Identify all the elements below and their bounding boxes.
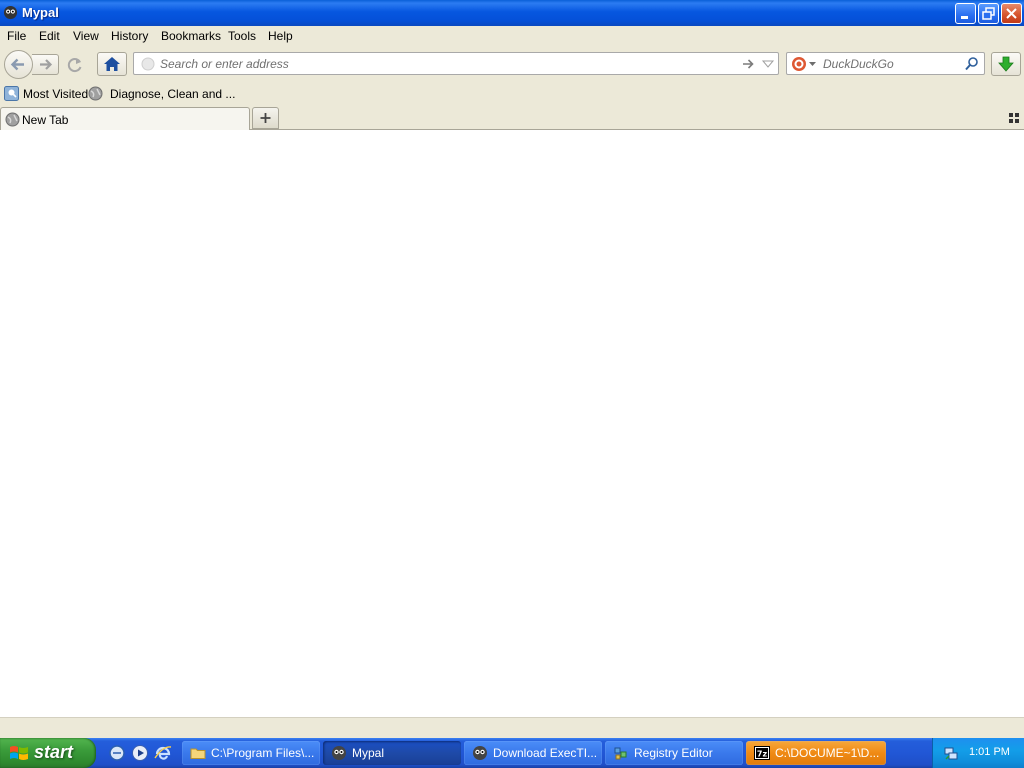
mypal-icon (332, 746, 346, 760)
bookmark-diagnose[interactable]: Diagnose, Clean and ... (110, 87, 235, 101)
search-bar[interactable] (786, 52, 985, 75)
taskbar-item-download-execti[interactable]: Download ExecTI... (464, 741, 602, 765)
page-content[interactable] (0, 130, 1024, 717)
globe-icon (5, 112, 20, 127)
close-button[interactable] (1001, 3, 1022, 24)
new-tab-button[interactable] (252, 107, 279, 129)
menu-tools[interactable]: Tools (228, 29, 256, 43)
back-forward-group (4, 50, 59, 79)
minimize-button[interactable] (955, 3, 976, 24)
status-bar (0, 717, 1024, 738)
taskbar-item-mypal[interactable]: Mypal (323, 741, 461, 765)
downloads-button[interactable] (991, 52, 1021, 76)
engine-dropdown-icon[interactable] (809, 60, 817, 68)
address-bar[interactable] (133, 52, 779, 75)
forward-button[interactable] (32, 54, 59, 75)
media-player-icon[interactable] (131, 744, 149, 762)
download-arrow-icon (998, 56, 1014, 72)
menu-history[interactable]: History (111, 29, 148, 43)
registry-icon (614, 747, 627, 760)
mypal-icon (3, 5, 18, 20)
navigation-toolbar (0, 48, 1024, 82)
most-visited-icon (4, 86, 19, 101)
window-title: Mypal (22, 5, 59, 20)
system-tray: 1:01 PM (932, 738, 1024, 768)
bookmarks-toolbar: Most Visited Diagnose, Clean and ... (0, 82, 1024, 106)
taskbar-item-label: Download ExecTI... (493, 746, 598, 760)
search-input[interactable] (823, 55, 958, 72)
title-bar[interactable]: Mypal (0, 0, 1024, 26)
taskbar-item-program-files[interactable]: C:\Program Files\... (182, 741, 320, 765)
home-button[interactable] (97, 52, 127, 76)
menu-view[interactable]: View (73, 29, 99, 43)
restore-icon (982, 7, 995, 20)
globe-icon (88, 86, 103, 101)
internet-explorer-icon[interactable] (154, 744, 172, 762)
dropdown-arrow-icon[interactable] (761, 57, 775, 71)
taskbar: start C:\Program Files\... Mypal Downloa… (0, 738, 1024, 768)
forward-arrow-icon (40, 59, 53, 70)
mypal-icon (473, 746, 487, 760)
start-label: start (34, 742, 74, 762)
back-button[interactable] (4, 50, 33, 79)
taskbar-item-label: Registry Editor (634, 746, 713, 760)
taskbar-item-label: C:\DOCUME~1\D... (775, 746, 880, 760)
windows-logo-icon (10, 746, 28, 760)
taskbar-item-7zip[interactable]: 7z C:\DOCUME~1\D... (746, 741, 886, 765)
ie-ish-icon[interactable] (108, 744, 126, 762)
tab-new-tab[interactable]: New Tab (0, 107, 250, 130)
tab-label: New Tab (22, 113, 69, 127)
menu-bookmarks[interactable]: Bookmarks (161, 29, 221, 43)
tab-strip: New Tab (0, 106, 1024, 130)
duckduckgo-icon[interactable] (791, 56, 807, 72)
reload-button[interactable] (62, 54, 88, 75)
7zip-icon: 7z (754, 746, 770, 760)
close-icon (1006, 8, 1017, 19)
reload-icon (67, 58, 82, 73)
svg-text:7z: 7z (757, 750, 768, 759)
bookmark-most-visited[interactable]: Most Visited (23, 87, 88, 101)
network-icon[interactable] (943, 745, 959, 761)
menu-bar: File Edit View History Bookmarks Tools H… (0, 26, 1024, 48)
menu-edit[interactable]: Edit (39, 29, 60, 43)
page-icon (141, 57, 155, 71)
taskbar-item-label: Mypal (352, 746, 385, 760)
url-input[interactable] (160, 55, 720, 72)
clock[interactable]: 1:01 PM (969, 746, 1010, 758)
start-button[interactable]: start (0, 738, 96, 768)
back-arrow-icon (10, 58, 24, 71)
taskbar-item-registry-editor[interactable]: Registry Editor (605, 741, 743, 765)
home-icon (104, 57, 120, 71)
search-icon[interactable] (964, 56, 980, 72)
taskbar-item-label: C:\Program Files\... (211, 746, 315, 760)
go-arrow-icon[interactable] (740, 56, 756, 72)
minimize-icon (961, 16, 968, 19)
menu-help[interactable]: Help (268, 29, 293, 43)
restore-button[interactable] (978, 3, 999, 24)
plus-icon (260, 113, 271, 123)
tab-groups-icon[interactable] (1009, 113, 1019, 123)
menu-file[interactable]: File (7, 29, 26, 43)
folder-icon (190, 748, 206, 759)
